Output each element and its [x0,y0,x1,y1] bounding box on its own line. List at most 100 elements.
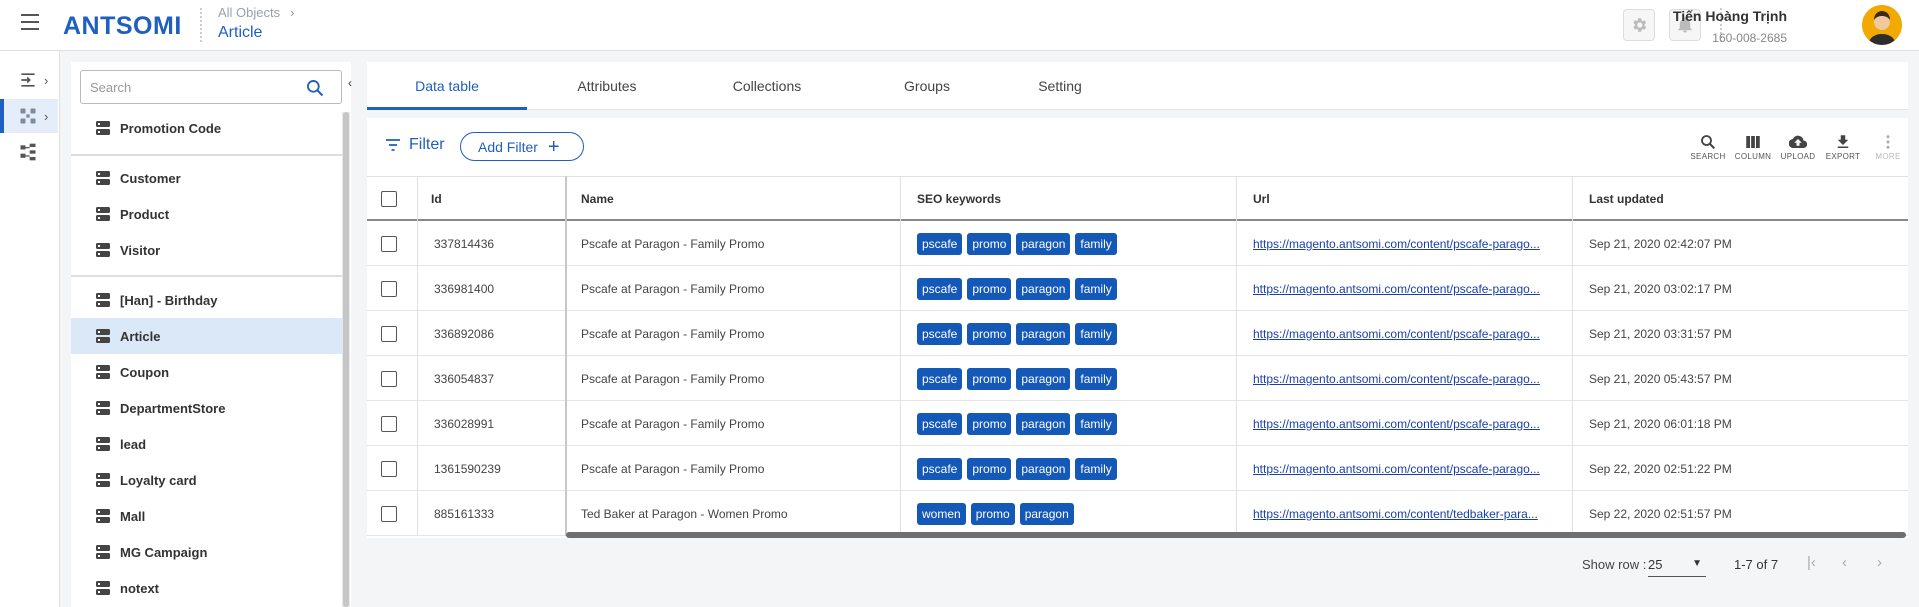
column-header-url[interactable]: Url [1253,177,1503,220]
hierarchy-icon [20,143,36,161]
row-checkbox[interactable] [381,505,397,522]
keyword-tag: pscafe [917,457,963,480]
object-search[interactable] [80,70,342,104]
next-page-icon[interactable]: › [1877,554,1882,571]
column-header-name[interactable]: Name [581,177,831,220]
prev-page-icon[interactable]: ‹ [1842,554,1847,571]
keyword-tag: pscafe [917,232,963,255]
object-list-scrollbar[interactable] [342,112,350,607]
logo[interactable]: ANTSOMI [63,12,182,41]
first-page-icon[interactable]: |‹ [1807,554,1816,571]
table-row[interactable]: 337814436 Pscafe at Paragon - Family Pro… [367,221,1908,266]
object-item-label: Product [120,206,170,222]
avatar[interactable] [1862,5,1902,45]
cell-id: 336892086 [434,326,495,341]
url-link[interactable]: https://magento.antsomi.com/content/psca… [1253,462,1540,476]
menu-icon[interactable] [21,14,39,30]
url-link[interactable]: https://magento.antsomi.com/content/psca… [1253,237,1540,251]
database-icon [96,329,110,343]
object-item-coupon[interactable]: Coupon [71,354,342,390]
cell-id: 337814436 [434,236,495,251]
row-checkbox[interactable] [381,460,397,477]
header-divider [200,8,202,42]
object-item-han-birthday[interactable]: [Han] - Birthday [71,282,342,318]
keyword-tag: paragon [1016,367,1071,390]
column-divider[interactable] [900,176,901,536]
data-table-panel: Filter Add Filter + SEARCH COLUMN UPLOAD … [367,118,1908,538]
tab-setting[interactable]: Setting [980,62,1140,110]
page-size-select[interactable]: 25 ▼ [1648,553,1706,577]
table-row[interactable]: 885161333 Ted Baker at Paragon - Women P… [367,491,1908,536]
table-row[interactable]: 336892086 Pscafe at Paragon - Family Pro… [367,311,1908,356]
breadcrumb-parent[interactable]: All Objects [218,5,280,20]
search-icon[interactable] [305,78,325,98]
tab-attributes[interactable]: Attributes [527,62,687,110]
user-name[interactable]: Tiến Hoàng Trịnh [1673,8,1787,24]
filter-button[interactable]: Filter [385,136,445,154]
row-checkbox[interactable] [381,415,397,432]
table-row[interactable]: 336054837 Pscafe at Paragon - Family Pro… [367,356,1908,401]
keyword-tag: paragon [1016,412,1071,435]
filter-label: Filter [409,136,445,153]
table-row[interactable]: 336028991 Pscafe at Paragon - Family Pro… [367,401,1908,446]
horizontal-scrollbar[interactable] [566,532,1906,538]
object-item-loyalty-card[interactable]: Loyalty card [71,462,342,498]
toolbar-column[interactable]: COLUMN [1733,133,1773,161]
column-header-seo-keywords[interactable]: SEO keywords [917,177,1167,220]
rail-item-import[interactable]: › [0,63,58,97]
cell-seo-keywords: women promo paragon [917,491,1079,536]
toolbar-column-label: COLUMN [1734,152,1772,161]
toolbar-upload[interactable]: UPLOAD [1778,133,1818,161]
object-item-mg-campaign[interactable]: MG Campaign [71,534,342,570]
cell-name: Pscafe at Paragon - Family Promo [581,416,765,431]
column-divider[interactable] [1236,176,1237,536]
toolbar-more-label: MORE [1875,152,1901,161]
object-item-customer[interactable]: Customer [71,160,342,196]
row-checkbox[interactable] [381,235,397,252]
add-filter-button[interactable]: Add Filter + [460,132,584,161]
table-row[interactable]: 336981400 Pscafe at Paragon - Family Pro… [367,266,1908,311]
rail-item-objects[interactable]: › [0,99,58,133]
column-header-id[interactable]: Id [431,177,531,220]
row-checkbox[interactable] [381,325,397,342]
object-item-visitor[interactable]: Visitor [71,232,342,268]
object-item-promotion-code[interactable]: Promotion Code [71,110,342,146]
object-item-label: Article [120,328,161,344]
toolbar-export[interactable]: EXPORT [1823,133,1863,161]
scrollbar-thumb[interactable] [343,112,349,607]
object-item-notext[interactable]: notext [71,570,342,606]
cell-name: Ted Baker at Paragon - Women Promo [581,506,788,521]
url-link[interactable]: https://magento.antsomi.com/content/psca… [1253,372,1540,386]
select-all-checkbox[interactable] [381,190,397,207]
object-item-article[interactable]: Article [71,318,342,354]
frozen-column-divider[interactable] [565,176,567,536]
tab-collections[interactable]: Collections [687,62,847,110]
url-link[interactable]: https://magento.antsomi.com/content/tedb… [1253,507,1538,521]
url-link[interactable]: https://magento.antsomi.com/content/psca… [1253,327,1540,341]
object-item-departmentstore[interactable]: DepartmentStore [71,390,342,426]
url-link[interactable]: https://magento.antsomi.com/content/psca… [1253,282,1540,296]
database-icon [96,293,110,307]
filter-icon [386,139,400,151]
collapse-panel-icon[interactable]: ‹ [348,76,352,90]
url-link[interactable]: https://magento.antsomi.com/content/psca… [1253,417,1540,431]
list-divider [71,154,342,156]
search-input[interactable] [81,71,296,103]
columns-icon [1746,136,1760,148]
column-header-last-updated[interactable]: Last updated [1589,177,1839,220]
toolbar-search[interactable]: SEARCH [1688,133,1728,161]
cell-last-updated: Sep 21, 2020 03:31:57 PM [1589,326,1732,341]
download-icon [1837,135,1849,148]
row-checkbox[interactable] [381,370,397,387]
cell-seo-keywords: pscafe promo paragon family [917,446,1122,491]
object-item-product[interactable]: Product [71,196,342,232]
settings-button[interactable] [1623,9,1655,41]
row-checkbox[interactable] [381,280,397,297]
tab-data-table[interactable]: Data table [367,62,527,110]
rail-item-hierarchy[interactable] [0,135,58,169]
object-item-lead[interactable]: lead [71,426,342,462]
toolbar-more[interactable]: MORE [1868,133,1908,161]
column-divider[interactable] [1572,176,1573,536]
object-item-mall[interactable]: Mall [71,498,342,534]
table-row[interactable]: 1361590239 Pscafe at Paragon - Family Pr… [367,446,1908,491]
